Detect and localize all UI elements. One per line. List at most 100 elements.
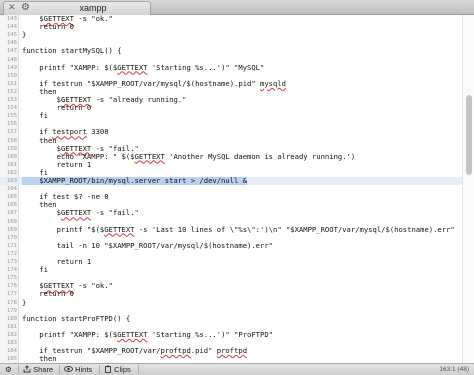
code-text: return 0 — [22, 289, 74, 299]
line-number: 169 — [6, 226, 17, 233]
tab-bar: ✕ ⚙ xampp — [0, 0, 474, 15]
scroll-thumb[interactable] — [466, 95, 472, 175]
code-text: } — [22, 297, 27, 307]
code-line[interactable]: 149 printf "XAMPP: $($GETTEXT 'Starting … — [0, 62, 462, 72]
clips-label: Clips — [114, 365, 131, 374]
code-line[interactable]: 151 if testrun "$XAMPP_ROOT/var/mysql/$(… — [0, 78, 462, 88]
code-line[interactable]: 180 function startProFTPD() { — [0, 313, 462, 323]
code-text: printf "$($GETTEXT -s 'Last 10 lines of … — [22, 224, 455, 234]
eye-icon — [64, 366, 73, 372]
line-number: 143 — [6, 16, 17, 22]
line-number: 147 — [6, 48, 17, 55]
code-line[interactable]: 154 return 0 — [0, 103, 462, 112]
code-line[interactable]: 177 return 0 — [0, 290, 462, 298]
line-number: 175 — [6, 275, 17, 282]
line-number: 150 — [6, 72, 17, 79]
code-text: function startMySQL() { — [22, 46, 122, 56]
settings-icon[interactable]: ⚙ — [5, 365, 12, 375]
line-number: 151 — [6, 80, 17, 87]
line-number: 185 — [6, 356, 17, 363]
line-number: 167 — [6, 210, 17, 217]
code-line[interactable]: 178} — [0, 297, 462, 307]
share-label: Share — [33, 365, 54, 374]
code-line[interactable]: 163 $XAMPP_ROOT/bin/mysql.server start >… — [0, 176, 462, 186]
clipboard-icon — [105, 365, 111, 373]
code-editor[interactable]: 143 $GETTEXT -s "ok." 144 return 0 145} 146… — [0, 15, 474, 363]
divider — [18, 365, 19, 374]
line-number: 160 — [6, 153, 17, 160]
line-number: 162 — [6, 169, 17, 176]
line-number: 146 — [6, 40, 17, 47]
line-number: 144 — [6, 24, 17, 31]
code-line[interactable]: 167 $GETTEXT -s "fail." — [0, 209, 462, 217]
status-bar: ⚙ Share Hints Clips 163:1 (48) — [0, 363, 474, 375]
divider — [59, 365, 60, 374]
line-number: 181 — [6, 323, 17, 330]
line-number: 171 — [6, 242, 17, 249]
code-line[interactable]: 165 if test $? -ne 0 — [0, 193, 462, 201]
code-line[interactable]: 184 if testrun "$XAMPP_ROOT/var/proftpd.… — [0, 346, 462, 355]
divider — [99, 365, 100, 374]
line-number: 149 — [6, 64, 17, 71]
line-number: 178 — [6, 299, 17, 306]
line-number: 161 — [6, 161, 17, 168]
line-number: 173 — [6, 259, 17, 265]
code-line[interactable]: 147 function startMySQL() { — [0, 47, 462, 55]
hints-button[interactable]: Hints — [64, 365, 92, 375]
vertical-scrollbar[interactable] — [462, 15, 474, 363]
code-line[interactable]: 169 printf "$($GETTEXT -s 'Last 10 lines… — [0, 224, 462, 234]
line-number: 183 — [6, 340, 17, 346]
code-text: fi — [22, 111, 48, 121]
code-text: if testrun "$XAMPP_ROOT/var/mysql/$(host… — [22, 78, 286, 88]
code-text: } — [22, 30, 27, 40]
code-line[interactable]: 161 return 1 — [0, 160, 462, 169]
clips-button[interactable]: Clips — [104, 365, 131, 375]
line-number: 157 — [6, 129, 17, 136]
code-line[interactable]: 174 fi — [0, 265, 462, 274]
code-text: $GETTEXT -s "fail." — [22, 208, 139, 218]
line-number: 166 — [6, 202, 17, 209]
code-text: function startProFTPD() { — [22, 313, 131, 323]
line-number: 154 — [6, 105, 17, 112]
line-number: 153 — [6, 97, 17, 103]
code-text: printf "XAMPP: $($GETTEXT 'Starting %s..… — [22, 329, 273, 339]
code-text: return 0 — [22, 22, 74, 32]
code-line[interactable]: 157 if testport 3308 — [0, 128, 462, 136]
line-number: 177 — [6, 291, 17, 298]
line-number: 159 — [6, 145, 17, 152]
code-line[interactable]: 144 return 0 — [0, 22, 462, 32]
code-line[interactable]: 173 return 1 — [0, 257, 462, 266]
cursor-position: 163:1 (48) — [439, 366, 469, 373]
code-line[interactable]: 145} — [0, 31, 462, 39]
line-number: 165 — [6, 194, 17, 201]
code-line[interactable]: 182 printf "XAMPP: $($GETTEXT 'Starting … — [0, 329, 462, 339]
line-number: 170 — [6, 234, 17, 241]
gear-icon[interactable]: ⚙ — [21, 2, 30, 14]
hints-label: Hints — [75, 365, 93, 374]
code-text: printf "XAMPP: $($GETTEXT 'Starting %s..… — [22, 62, 265, 72]
share-icon — [23, 365, 31, 373]
tab-title: xampp — [79, 3, 107, 13]
line-number: 168 — [6, 218, 17, 225]
line-number: 152 — [6, 88, 17, 95]
code-text: then — [22, 354, 57, 363]
close-icon[interactable]: ✕ — [8, 3, 16, 14]
line-number: 179 — [6, 307, 17, 314]
line-number: 172 — [6, 250, 17, 257]
divider — [138, 365, 139, 374]
line-number: 148 — [6, 56, 17, 63]
share-button[interactable]: Share — [23, 365, 53, 375]
code-line[interactable]: 155 fi — [0, 112, 462, 120]
line-number: 163 — [6, 178, 17, 184]
line-number: 174 — [6, 267, 17, 274]
line-number: 164 — [6, 186, 17, 193]
tab-xampp[interactable]: ✕ ⚙ xampp — [3, 1, 151, 15]
line-number: 182 — [6, 331, 17, 338]
code-line[interactable]: 185 then — [0, 355, 462, 363]
line-number: 158 — [6, 137, 17, 144]
line-number: 155 — [6, 113, 17, 120]
line-number: 180 — [6, 315, 17, 322]
line-number: 176 — [6, 283, 17, 290]
code-line[interactable]: 171 tail -n 10 "$XAMPP_ROOT/var/mysql/$(… — [0, 241, 462, 250]
line-number: 184 — [6, 348, 17, 355]
